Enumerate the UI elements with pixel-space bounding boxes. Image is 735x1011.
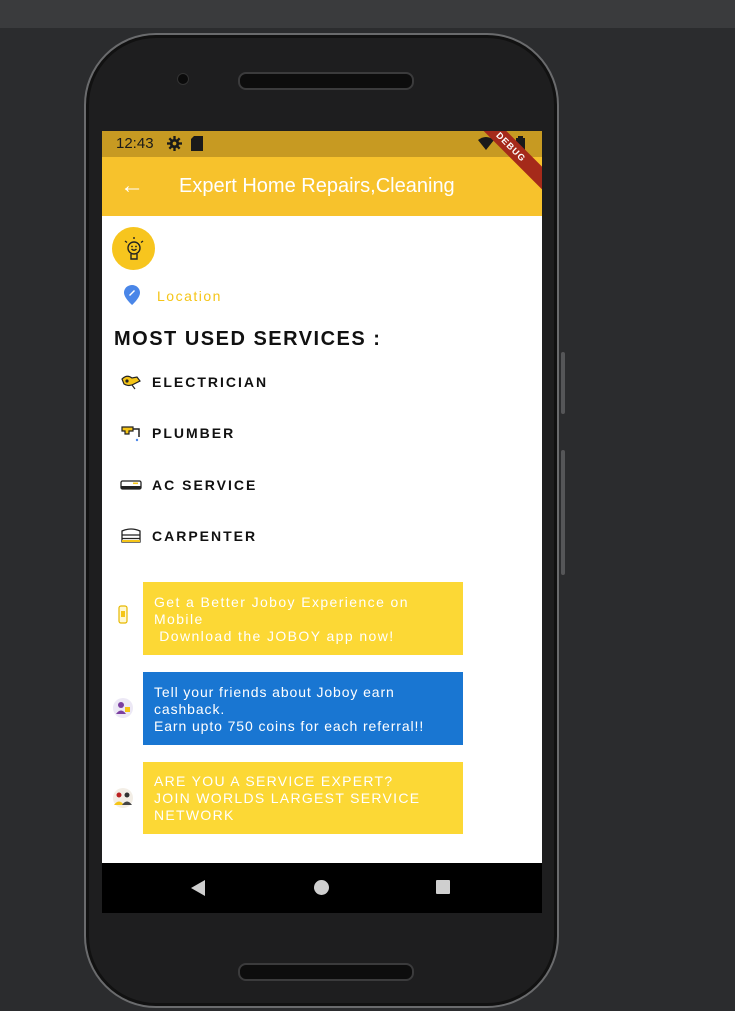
app-screen: 12:43 DEBUG ← Expert Home Repairs,Cleani…: [102, 131, 542, 913]
main-content: Location MOST USED SERVICES : ELECTRICIA…: [102, 216, 542, 863]
mobile-app-icon: [118, 605, 128, 624]
banner-line: NETWORK: [154, 807, 235, 823]
banner-line: JOIN WORLDS LARGEST SERVICE: [154, 790, 421, 806]
app-bar-title: Expert Home Repairs,Cleaning: [179, 175, 455, 197]
bottom-speaker: [238, 963, 414, 981]
nav-home-icon[interactable]: [314, 880, 329, 895]
volume-button: [561, 352, 565, 414]
service-expert-banner[interactable]: ARE YOU A SERVICE EXPERT? JOIN WORLDS LA…: [143, 762, 463, 834]
service-label: PLUMBER: [152, 425, 236, 441]
status-time: 12:43: [116, 135, 154, 152]
arrow-left-icon[interactable]: ←: [120, 171, 144, 201]
settings-icon: [167, 136, 182, 151]
service-label: AC SERVICE: [152, 477, 258, 493]
nav-back-icon[interactable]: [191, 880, 205, 896]
referral-icon: [113, 698, 133, 718]
service-label: ELECTRICIAN: [152, 374, 269, 390]
front-camera: [177, 73, 189, 85]
sd-card-icon: [191, 136, 203, 151]
referral-banner[interactable]: Tell your friends about Joboy earn cashb…: [143, 672, 463, 745]
carpenter-icon: [121, 528, 141, 543]
service-label: CARPENTER: [152, 528, 258, 544]
nav-recents-icon[interactable]: [436, 880, 450, 894]
status-bar: 12:43: [102, 131, 542, 157]
app-bar: ← Expert Home Repairs,Cleaning: [102, 157, 542, 216]
ac-icon: [120, 480, 142, 490]
electrician-icon: [121, 375, 141, 390]
banner-line: Get a Better Joboy Experience on: [154, 594, 409, 610]
android-nav-bar: [102, 863, 542, 913]
top-speaker: [238, 72, 414, 90]
banner-line: cashback.: [154, 701, 226, 717]
banner-line: Mobile: [154, 611, 204, 627]
service-expert-icon: [113, 788, 133, 808]
banner-line: Earn upto 750 coins for each referral!!: [154, 718, 425, 734]
section-title: MOST USED SERVICES :: [114, 328, 382, 350]
banner-line: Tell your friends about Joboy earn: [154, 684, 395, 700]
plumber-icon: [121, 426, 140, 442]
location-label: Location: [157, 288, 222, 304]
ide-top-bar: [0, 0, 735, 28]
power-button: [561, 450, 565, 575]
app-download-banner[interactable]: Get a Better Joboy Experience on Mobile …: [143, 582, 463, 655]
banner-line: Download the JOBOY app now!: [154, 628, 395, 644]
joboy-logo: [112, 227, 155, 270]
banner-line: ARE YOU A SERVICE EXPERT?: [154, 773, 394, 789]
location-pin-icon: [124, 285, 140, 305]
bulb-icon: [124, 236, 143, 260]
